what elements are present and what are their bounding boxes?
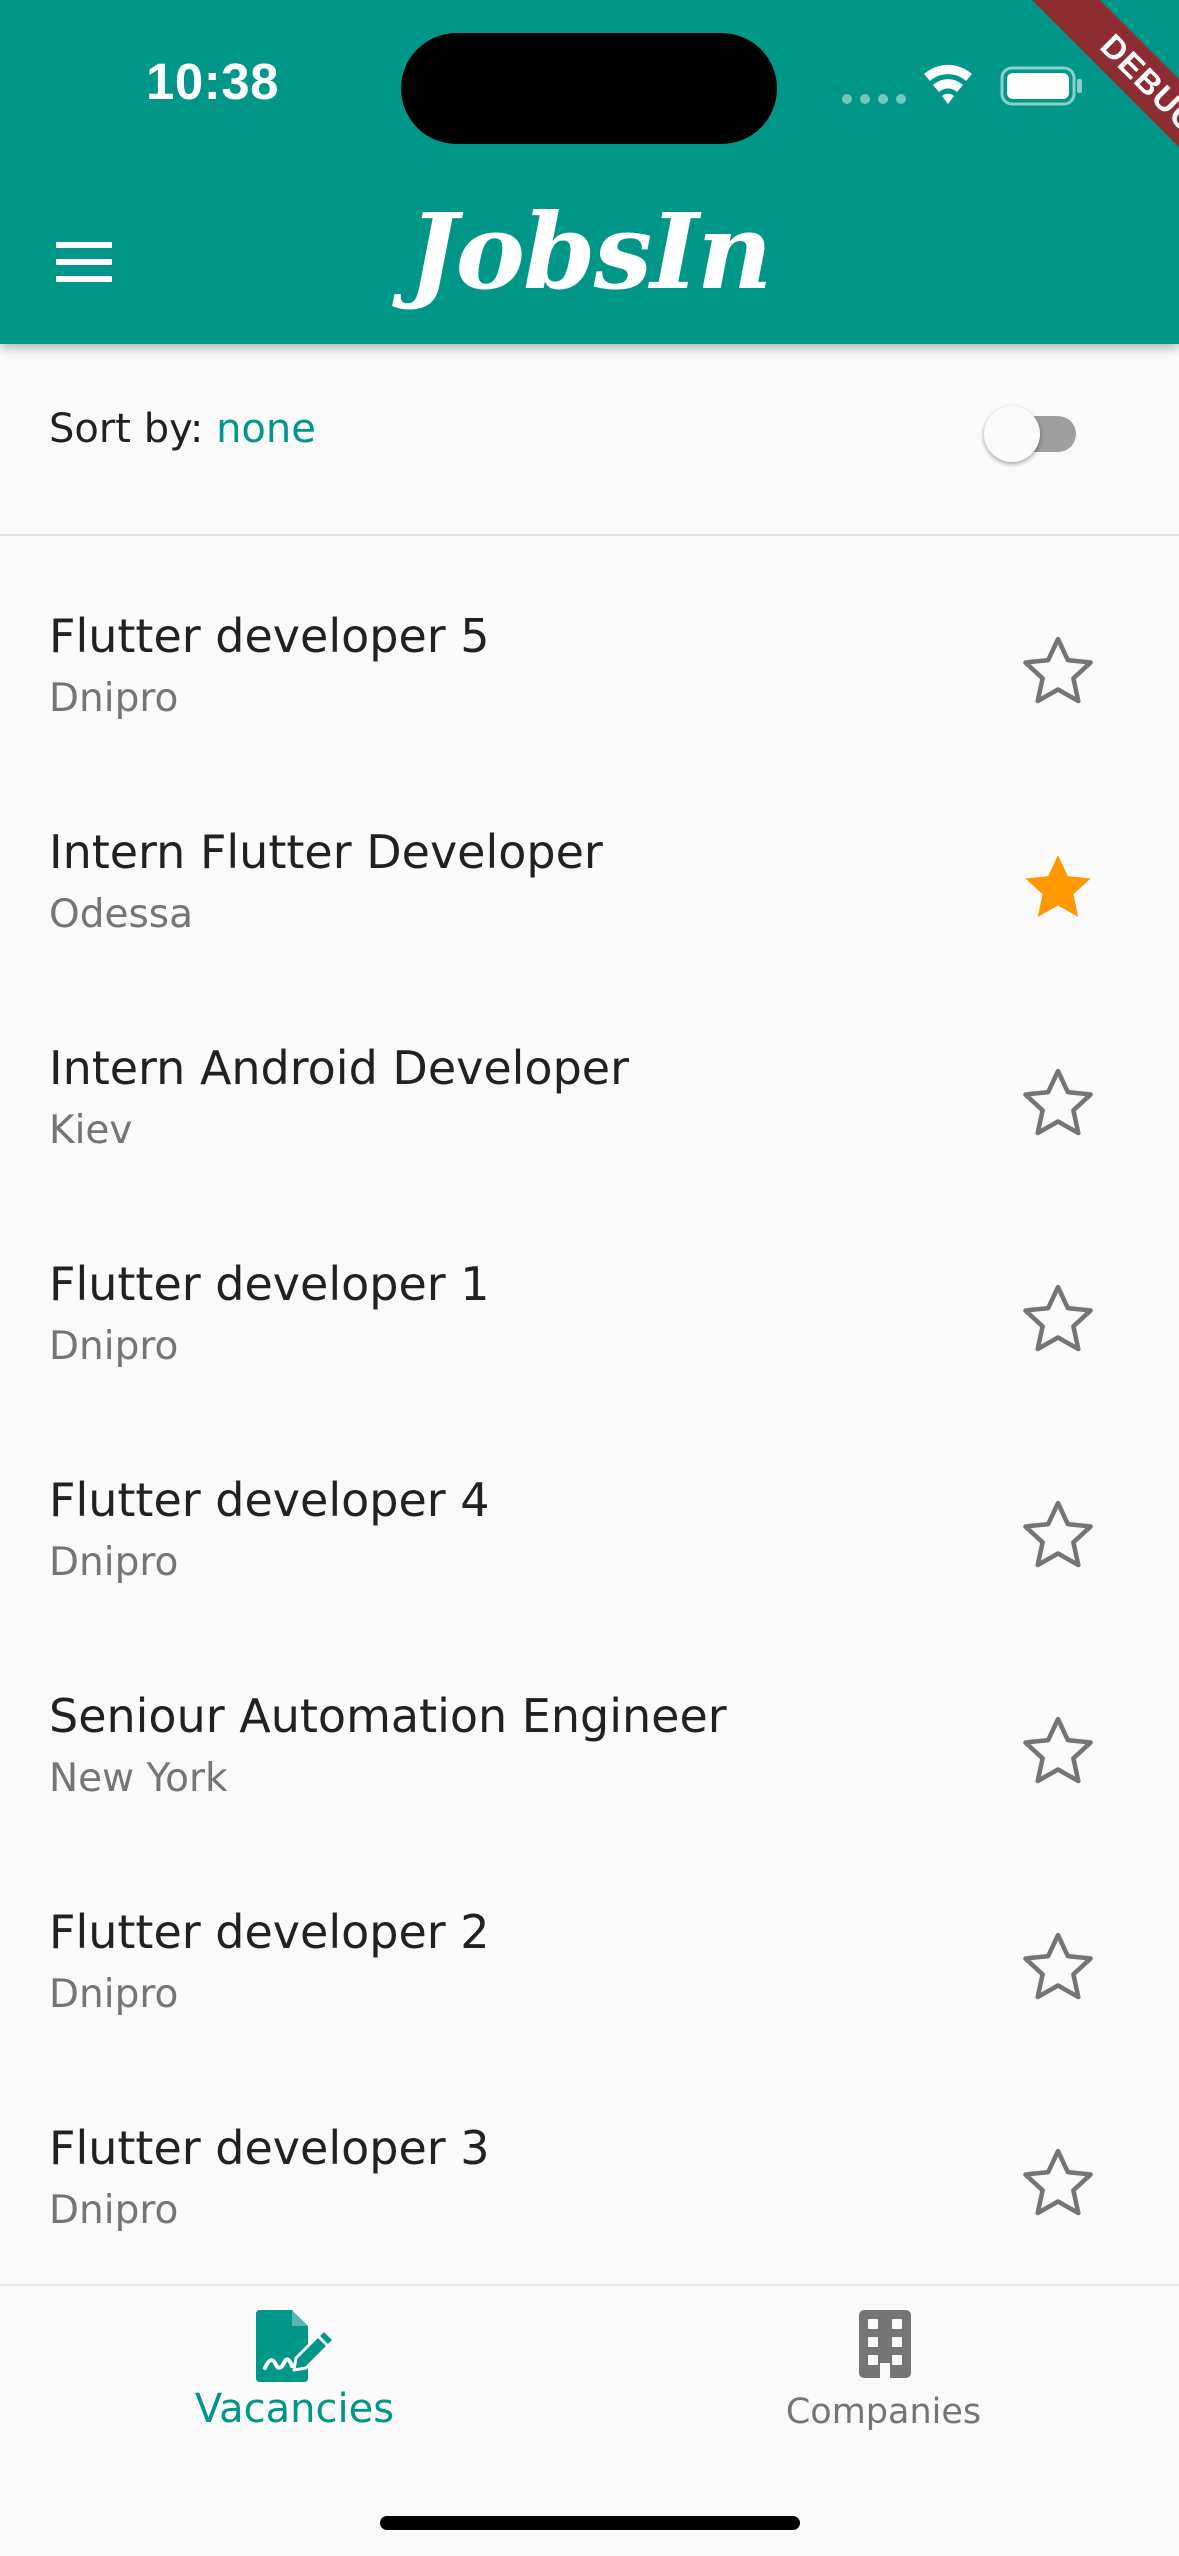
favorite-star-outline-icon[interactable] xyxy=(1016,1062,1100,1146)
tab-companies[interactable]: Companies xyxy=(589,2286,1178,2466)
vacancy-city: New York xyxy=(49,1756,228,1801)
office-building-icon xyxy=(859,2310,911,2378)
vacancy-city: Dnipro xyxy=(49,1972,179,2017)
vacancy-item[interactable]: Flutter developer 1 Dnipro xyxy=(0,1186,1179,1402)
tab-vacancies[interactable]: Vacancies xyxy=(0,2286,589,2466)
vacancy-title: Flutter developer 1 xyxy=(49,1257,490,1311)
favorite-star-outline-icon[interactable] xyxy=(1016,1494,1100,1578)
vacancy-title: Seniour Automation Engineer xyxy=(49,1689,727,1743)
vacancy-city: Dnipro xyxy=(49,1324,179,1369)
favorite-star-outline-icon[interactable] xyxy=(1016,2142,1100,2226)
favorite-star-outline-icon[interactable] xyxy=(1016,630,1100,714)
tab-companies-label: Companies xyxy=(785,2392,982,2432)
app-bar: 10:38 DEBUG JobsIn xyxy=(0,0,1179,344)
vacancy-title: Flutter developer 4 xyxy=(49,1473,490,1527)
vacancy-item[interactable]: Seniour Automation Engineer New York xyxy=(0,1618,1179,1834)
vacancy-city: Odessa xyxy=(49,892,193,937)
vacancy-item[interactable]: Flutter developer 3 Dnipro xyxy=(0,2050,1179,2266)
vacancy-title: Flutter developer 3 xyxy=(49,2121,490,2175)
vacancy-city: Dnipro xyxy=(49,1540,179,1585)
vacancy-list: Flutter developer 5 Dnipro Intern Flutte… xyxy=(0,538,1179,2266)
vacancy-item[interactable]: Intern Android Developer Kiev xyxy=(0,970,1179,1186)
signed-document-icon xyxy=(256,2310,336,2382)
sort-label-text: Sort by: xyxy=(49,406,204,452)
wifi-icon xyxy=(924,64,972,104)
vacancy-title: Intern Flutter Developer xyxy=(49,825,603,879)
vacancy-item[interactable]: Intern Flutter Developer Odessa xyxy=(0,754,1179,970)
vacancy-city: Dnipro xyxy=(49,676,179,721)
status-time: 10:38 xyxy=(146,53,279,110)
app-title: JobsIn xyxy=(408,190,772,313)
vacancy-item[interactable]: Flutter developer 5 Dnipro xyxy=(0,538,1179,754)
toggle-thumb xyxy=(984,406,1040,462)
home-indicator xyxy=(380,2516,800,2530)
favorite-star-filled-icon[interactable] xyxy=(1016,846,1100,930)
vacancy-title: Flutter developer 5 xyxy=(49,609,490,663)
vacancy-city: Dnipro xyxy=(49,2188,179,2233)
vacancy-item[interactable]: Flutter developer 2 Dnipro xyxy=(0,1834,1179,2050)
vacancy-city: Kiev xyxy=(49,1108,133,1153)
favorite-star-outline-icon[interactable] xyxy=(1016,1278,1100,1362)
sort-value[interactable]: none xyxy=(216,406,316,452)
sort-toggle[interactable] xyxy=(984,398,1094,464)
tab-vacancies-label: Vacancies xyxy=(194,2386,395,2432)
favorite-star-outline-icon[interactable] xyxy=(1016,1926,1100,2010)
favorite-star-outline-icon[interactable] xyxy=(1016,1710,1100,1794)
battery-icon xyxy=(1000,66,1082,106)
vacancy-item[interactable]: Flutter developer 4 Dnipro xyxy=(0,1402,1179,1618)
sort-row: Sort by: none xyxy=(0,344,1179,536)
vacancy-title: Flutter developer 2 xyxy=(49,1905,490,1959)
sort-label[interactable]: Sort by: none xyxy=(49,406,316,452)
cellular-signal-icon xyxy=(842,94,908,104)
dynamic-island xyxy=(401,33,777,144)
vacancy-title: Intern Android Developer xyxy=(49,1041,629,1095)
